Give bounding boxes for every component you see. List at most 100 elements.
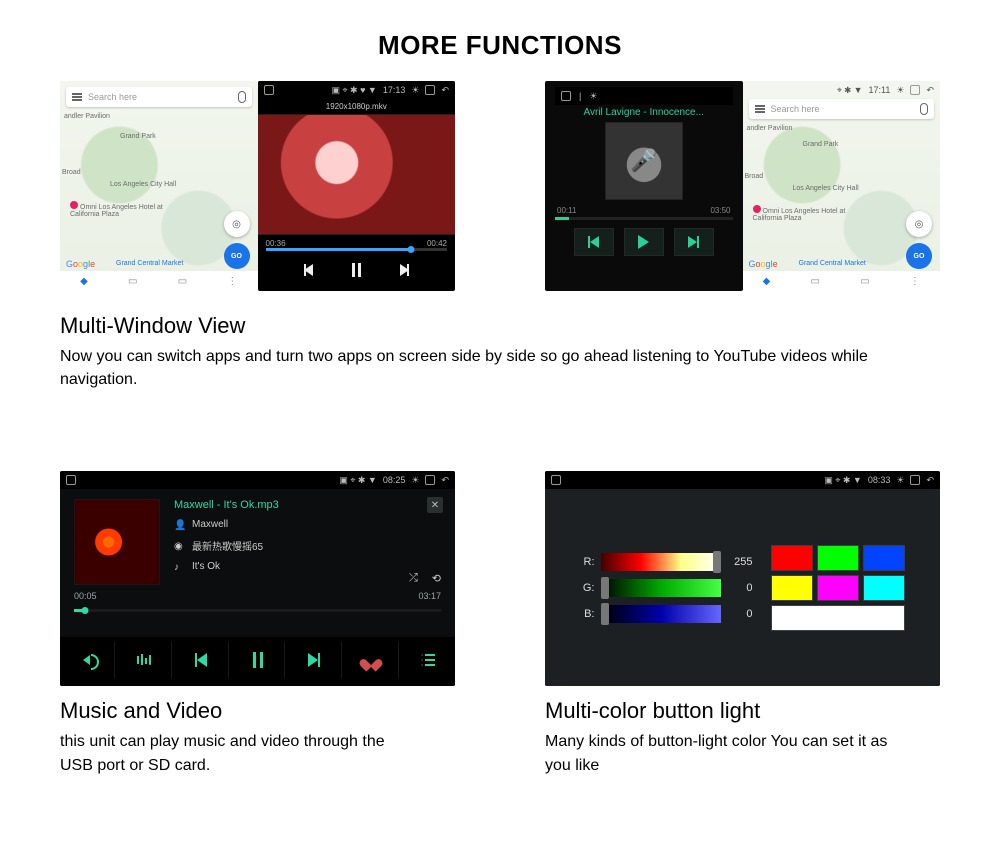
back-icon: ↶ (441, 85, 449, 96)
swatch-yellow[interactable] (771, 575, 813, 601)
video-elapsed: 00:36 (266, 239, 286, 248)
prev-button[interactable] (297, 259, 319, 281)
pin-icon (70, 201, 78, 209)
next-button[interactable] (674, 228, 714, 256)
map-bottom-tabs[interactable]: ◆ ▭ ▭ ⋮ (60, 271, 258, 291)
tab-drive-icon[interactable]: ▭ (811, 276, 820, 287)
mic-icon[interactable] (238, 91, 246, 103)
swatch-blue[interactable] (863, 545, 905, 571)
section-desc-buttonlight: Many kinds of button-light color You can… (545, 730, 905, 776)
status-icons: ▣ ⌖ ✱ ♥ ▼ (331, 85, 376, 96)
g-value: 0 (727, 582, 753, 594)
tab-more-icon[interactable]: ⋮ (227, 276, 237, 287)
back-icon: ↶ (926, 85, 934, 96)
total: 03:17 (418, 591, 441, 601)
playlist-button[interactable] (401, 642, 455, 678)
map-search-bar[interactable]: Search here (66, 87, 252, 107)
status-bar: ▣ ⌖ ✱ ▼ 08:25 ☀ ↶ (60, 471, 455, 489)
section-title-musicvideo: Music and Video (60, 698, 455, 724)
status-icons: ▣ ⌖ ✱ ▼ (824, 475, 862, 486)
status-time: 17:13 (383, 85, 406, 95)
r-value: 255 (727, 556, 753, 568)
artist-icon: 👤 (174, 520, 184, 530)
status-bar: ⌖ ✱ ▼ 17:11 ☀ ↶ (743, 81, 941, 99)
map-label: Omni Los Angeles Hotel at California Pla… (753, 205, 873, 222)
pin-icon (753, 205, 761, 213)
locate-fab[interactable]: ◎ (906, 211, 932, 237)
go-fab[interactable]: GO (224, 243, 250, 269)
mic-icon[interactable] (920, 103, 928, 115)
artist-name: Maxwell (192, 519, 228, 530)
status-time: 08:25 (383, 475, 406, 485)
next-button[interactable] (393, 259, 415, 281)
r-slider[interactable] (601, 553, 721, 571)
album-art (74, 499, 160, 585)
video-frame[interactable] (258, 114, 456, 235)
track-title: Avril Lavigne - Innocence... (555, 105, 733, 122)
progress-bar[interactable] (74, 609, 441, 612)
map-label: Grand Central Market (799, 260, 866, 267)
b-value: 0 (727, 608, 753, 620)
map-view[interactable]: ⌖ ✱ ▼ 17:11 ☀ ↶ Search here andler Pavil… (743, 81, 941, 291)
map-search-bar[interactable]: Search here (749, 99, 935, 119)
map-bottom-tabs[interactable]: ◆ ▭ ▭ ⋮ (743, 271, 941, 291)
next-button[interactable] (287, 642, 342, 678)
prev-button[interactable] (174, 642, 229, 678)
swatch-magenta[interactable] (817, 575, 859, 601)
play-button[interactable] (624, 228, 664, 256)
video-progress[interactable] (266, 248, 448, 251)
tab-explore-icon[interactable]: ◆ (763, 276, 771, 287)
music-progress[interactable] (555, 217, 733, 220)
swatch-red[interactable] (771, 545, 813, 571)
swatch-cyan[interactable] (863, 575, 905, 601)
tab-transit-icon[interactable]: ▭ (178, 276, 187, 287)
section-title-buttonlight: Multi-color button light (545, 698, 940, 724)
video-filename: 1920x1080p.mkv (258, 99, 456, 114)
tab-drive-icon[interactable]: ▭ (128, 276, 137, 287)
map-label: andler Pavilion (747, 125, 793, 132)
home-icon (561, 91, 571, 101)
brightness-icon: ☀ (411, 475, 419, 486)
favorite-button[interactable] (344, 642, 399, 678)
swatch-green[interactable] (817, 545, 859, 571)
tab-more-icon[interactable]: ⋮ (910, 276, 920, 287)
google-logo: Google (66, 259, 95, 269)
home-icon (551, 475, 561, 485)
go-fab[interactable]: GO (906, 243, 932, 269)
map-label: Broad (62, 169, 81, 176)
map-label: Los Angeles City Hall (793, 185, 859, 192)
prev-button[interactable] (574, 228, 614, 256)
locate-fab[interactable]: ◎ (224, 211, 250, 237)
panel-multiwindow-left: Search here andler Pavilion Grand Park B… (60, 81, 455, 291)
status-bar: ▣ ⌖ ✱ ▼ 08:33 ☀ ↶ (545, 471, 940, 489)
brightness-icon: ☀ (896, 475, 904, 486)
map-label: Los Angeles City Hall (110, 181, 176, 188)
tab-explore-icon[interactable]: ◆ (80, 276, 88, 287)
song-icon: ♪ (174, 562, 184, 572)
shuffle-icon[interactable]: ⤮ (409, 572, 418, 585)
b-label: B: (581, 608, 595, 620)
swatch-custom[interactable] (771, 605, 905, 631)
recent-icon (425, 85, 435, 95)
g-slider[interactable] (601, 579, 721, 597)
tab-transit-icon[interactable]: ▭ (860, 276, 869, 287)
hamburger-icon[interactable] (755, 105, 765, 113)
eq-button[interactable] (117, 642, 172, 678)
close-button[interactable]: ✕ (427, 497, 443, 513)
album-art: 🎤 (605, 122, 683, 200)
page-title: MORE FUNCTIONS (0, 0, 1000, 81)
search-placeholder: Search here (88, 92, 137, 102)
pause-button[interactable] (231, 642, 286, 678)
map-label: Grand Park (803, 141, 839, 148)
b-slider[interactable] (601, 605, 721, 623)
music-mini-player: |☀ Avril Lavigne - Innocence... 🎤 00:110… (545, 81, 743, 291)
brightness-icon: ☀ (411, 85, 419, 96)
r-label: R: (581, 556, 595, 568)
volume-button[interactable] (60, 642, 115, 678)
map-label: andler Pavilion (64, 113, 110, 120)
repeat-icon[interactable]: ⟲ (432, 572, 441, 585)
recent-icon (910, 85, 920, 95)
pause-button[interactable] (345, 259, 367, 281)
hamburger-icon[interactable] (72, 93, 82, 101)
map-view[interactable]: Search here andler Pavilion Grand Park B… (60, 81, 258, 291)
